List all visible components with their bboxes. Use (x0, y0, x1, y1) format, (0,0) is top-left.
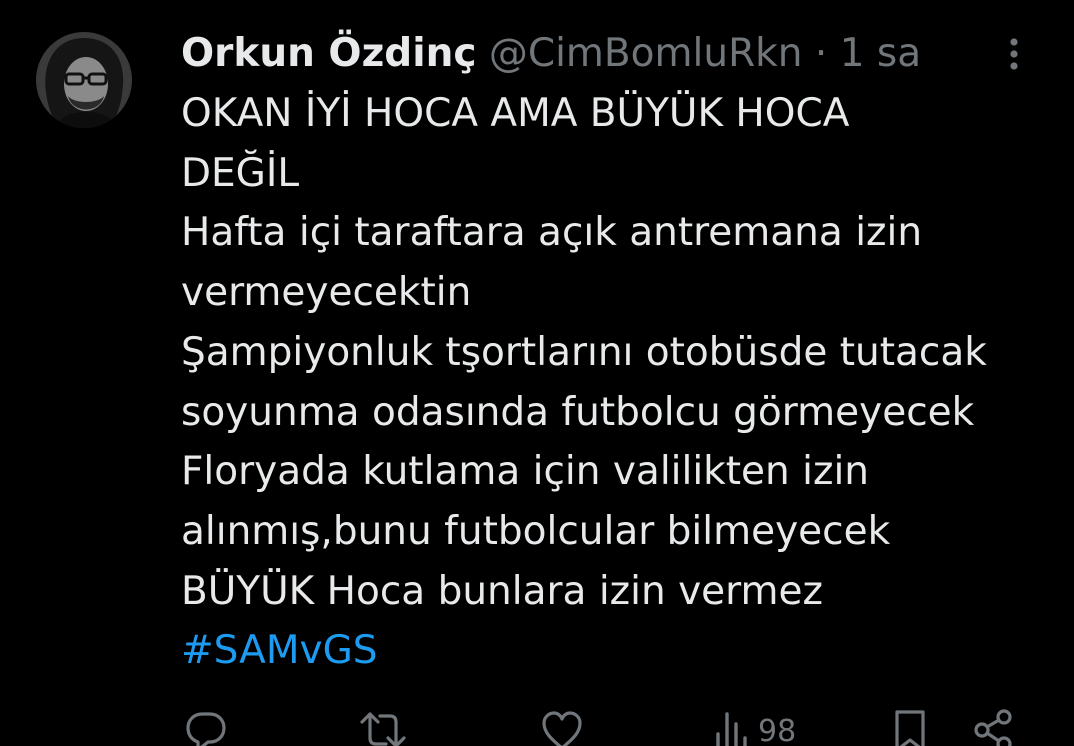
views-count: 98 (758, 714, 797, 746)
reply-icon (186, 712, 226, 746)
tweet-text-line: alınmış,bunu futbolcular bilmeyecek (181, 508, 891, 554)
share-icon (974, 709, 1012, 746)
tweet-text: OKAN İYİ HOCA AMA BÜYÜK HOCA DEĞİL Hafta… (181, 84, 1051, 681)
reply-button[interactable] (184, 708, 228, 746)
tweet-text-line: OKAN İYİ HOCA AMA BÜYÜK HOCA (181, 91, 850, 136)
like-icon (542, 711, 582, 746)
header-separator: · (814, 31, 828, 76)
author-name[interactable]: Orkun Özdinç (181, 31, 476, 76)
more-dots-icon (1010, 38, 1018, 70)
like-button[interactable] (540, 708, 584, 746)
tweet-text-line: Floryada kutlama için valilikten izin (181, 449, 870, 495)
more-options-button[interactable] (998, 34, 1030, 74)
tweet-actions-bar: 98 (0, 700, 1074, 746)
views-icon (716, 712, 747, 746)
hashtag-link[interactable]: #SAMvGS (181, 621, 1051, 681)
tweet-header: Orkun Özdinç @CimBomluRkn · 1 sa (181, 28, 1041, 88)
author-handle[interactable]: @CimBomluRkn (489, 31, 803, 76)
bookmark-button[interactable] (892, 708, 928, 746)
retweet-button[interactable] (358, 708, 408, 746)
tweet-text-line: Hafta içi taraftara açık antremana izin (181, 210, 923, 256)
tweet-text-line: soyunma odasında futbolcu görmeyecek (181, 389, 975, 435)
share-button[interactable] (972, 708, 1016, 746)
bookmark-icon (895, 710, 925, 746)
tweet-text-line: DEĞİL (181, 150, 300, 196)
retweet-icon (360, 712, 406, 746)
tweet-text-line: BÜYÜK Hoca bunlara izin vermez (181, 568, 823, 614)
avatar-image (36, 32, 132, 128)
tweet-timestamp[interactable]: 1 sa (840, 31, 921, 76)
views-button[interactable]: 98 (712, 708, 796, 746)
tweet-text-line: vermeyecektin (181, 270, 472, 316)
author-avatar[interactable] (36, 32, 132, 128)
tweet-text-line: Şampiyonluk tşortlarını otobüsde tutacak (181, 329, 987, 375)
